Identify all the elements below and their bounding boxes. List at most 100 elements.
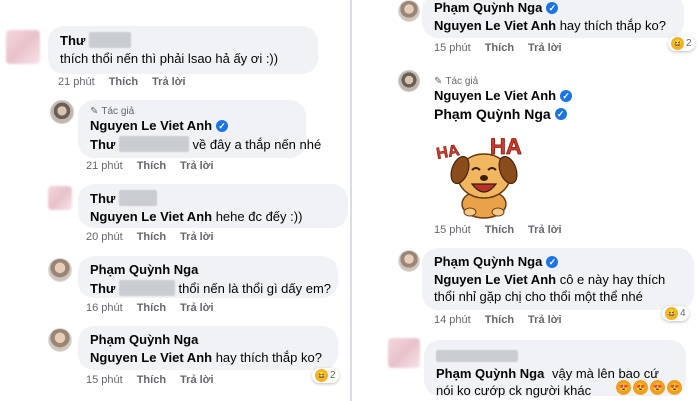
- commenter-name-text[interactable]: Phạm Quỳnh Nga: [90, 332, 198, 347]
- comment-meta: 14 phút Thích Trả lời: [434, 314, 562, 326]
- commenter-name[interactable]: Phạm Quỳnh Nga: [90, 332, 326, 347]
- comment-meta: 21 phút Thích Trả lời: [58, 76, 186, 88]
- verified-badge-icon: ✓: [546, 1, 559, 14]
- commenter-name[interactable]: Nguyen Le Viet Anh ✓: [90, 118, 294, 133]
- reply-button[interactable]: Trả lời: [180, 160, 214, 172]
- avatar-nga[interactable]: [398, 250, 420, 272]
- commenter-name-text[interactable]: Nguyen Le Viet Anh: [90, 118, 212, 133]
- reply-button[interactable]: Trả lời: [528, 314, 562, 326]
- comment-bubble: Thư Nguyen Le Viet Anh hehe đc đếy :)): [78, 184, 348, 228]
- mention-link[interactable]: Nguyen Le Viet Anh: [434, 18, 556, 33]
- comment-time[interactable]: 15 phút: [86, 374, 123, 386]
- commenter-name[interactable]: Phạm Quỳnh Nga: [90, 262, 326, 277]
- verified-badge-icon: ✓: [554, 108, 567, 120]
- dog-sticker-icon: HA HA: [435, 134, 522, 219]
- avatar-nga[interactable]: [48, 328, 72, 352]
- mention-link[interactable]: Phạm Quỳnh Nga ✓: [434, 106, 610, 122]
- commenter-name[interactable]: Nguyen Le Viet Anh ✓: [434, 88, 610, 103]
- reply-button[interactable]: Trả lời: [180, 374, 214, 386]
- avatar-nga[interactable]: [48, 258, 72, 282]
- commenter-name-text[interactable]: Nguyen Le Viet Anh: [434, 88, 556, 103]
- comment-time[interactable]: 16 phút: [86, 302, 123, 314]
- comment-time[interactable]: 15 phút: [434, 224, 471, 236]
- reaction-summary[interactable]: 😆 2: [312, 368, 339, 383]
- avatar-author[interactable]: [398, 70, 420, 92]
- comment-text-line-1: Nguyen Le Viet Anh cô e này hay thích: [434, 272, 682, 287]
- comment-bubble: ✎ Tác giả Nguyen Le Viet Anh ✓ Thư về đây…: [78, 100, 321, 158]
- comment-text-body: thổi nến là thổi gì dấy em?: [178, 281, 332, 296]
- author-tag: ✎ Tác giả: [434, 76, 610, 87]
- mention-thu[interactable]: Thư: [90, 281, 115, 296]
- comment-text-body-2: nói ko cướp ck người khác: [436, 383, 592, 398]
- mention-text[interactable]: Phạm Quỳnh Nga: [434, 106, 551, 122]
- commenter-name[interactable]: Thư: [90, 190, 336, 206]
- author-tag-label: Tác giả: [101, 106, 135, 117]
- reply-button[interactable]: Trả lời: [180, 302, 214, 314]
- comment-text: Thư về đây a thắp nến nhé: [90, 136, 321, 152]
- commenter-name-text[interactable]: Thư: [90, 191, 115, 206]
- name-mask: [436, 350, 518, 362]
- pencil-icon: ✎: [434, 76, 443, 87]
- commenter-name-text[interactable]: Thư: [60, 33, 85, 48]
- commenter-name-text[interactable]: Phạm Quỳnh Nga: [434, 0, 542, 15]
- mention-link[interactable]: Nguyen Le Viet Anh: [90, 209, 212, 224]
- reply-button[interactable]: Trả lời: [528, 42, 562, 54]
- verified-badge-icon: ✓: [560, 89, 573, 102]
- left-comment-panel: Thư thích thổi nến thì phải lsao hả ấy ơ…: [0, 0, 350, 401]
- like-button[interactable]: Thích: [137, 231, 166, 243]
- mention-link[interactable]: Phạm Quỳnh Nga: [436, 366, 544, 381]
- avatar-nga[interactable]: [398, 0, 420, 22]
- comment-text-body: vậy mà lên bao cứ: [551, 366, 659, 381]
- comment-text: Nguyen Le Viet Anh hehe đc đếy :)): [90, 209, 336, 224]
- comment-text-body: hay thích thắp ko?: [215, 350, 322, 365]
- comment-text-body: về đây a thắp nến nhé: [192, 137, 322, 152]
- comment-time[interactable]: 20 phút: [86, 231, 123, 243]
- reply-button[interactable]: Trả lời: [528, 224, 562, 236]
- avatar-author[interactable]: [50, 100, 74, 124]
- comment-text-line-1: Phạm Quỳnh Nga vậy mà lên bao cứ: [436, 366, 674, 381]
- comment-bubble: Phạm Quỳnh Nga ✓ Nguyen Le Viet Anh hay t…: [422, 0, 684, 38]
- mention-thu[interactable]: Thư: [90, 137, 115, 152]
- comment-meta: 20 phút Thích Trả lời: [86, 231, 214, 243]
- comment-bubble: Thư thích thổi nến thì phải lsao hả ấy ơ…: [48, 26, 318, 74]
- commenter-name[interactable]: Phạm Quỳnh Nga ✓: [434, 0, 672, 15]
- avatar-blurred[interactable]: [48, 186, 72, 210]
- commenter-name-text[interactable]: Phạm Quỳnh Nga: [90, 262, 198, 277]
- reaction-count: 2: [686, 38, 692, 49]
- name-mask: [118, 280, 175, 296]
- comment-text: Nguyen Le Viet Anh hay thích thắp ko?: [90, 350, 326, 365]
- like-button[interactable]: Thích: [137, 160, 166, 172]
- reply-button[interactable]: Trả lời: [180, 231, 214, 243]
- reaction-summary[interactable]: 😆 4: [662, 306, 689, 321]
- comment-text: Thư thổi nến là thổi gì dấy em?: [90, 280, 331, 296]
- comment-text: thích thổi nến thì phải lsao hả ấy ơi :)…: [60, 51, 279, 66]
- laughing-dog-sticker[interactable]: HA HA: [430, 130, 540, 222]
- avatar-blurred[interactable]: [6, 30, 40, 64]
- pencil-icon: ✎: [90, 106, 99, 117]
- comment-text-body: cô e này hay thích: [559, 272, 666, 287]
- reaction-summary[interactable]: 😆 2: [668, 36, 695, 51]
- comment-time[interactable]: 15 phút: [434, 42, 471, 54]
- mention-link[interactable]: Nguyen Le Viet Anh: [90, 350, 212, 365]
- mention-link[interactable]: Nguyen Le Viet Anh: [434, 272, 556, 287]
- comment-time[interactable]: 14 phút: [434, 314, 471, 326]
- verified-badge-icon: ✓: [546, 255, 559, 268]
- name-mask-row: [436, 346, 674, 364]
- like-button[interactable]: Thích: [109, 76, 138, 88]
- avatar-blurred[interactable]: [388, 338, 420, 368]
- comment-meta: 15 phút Thích Trả lời: [434, 224, 562, 236]
- comment-time[interactable]: 21 phút: [86, 160, 123, 172]
- like-button[interactable]: Thích: [485, 42, 514, 54]
- comment-time[interactable]: 21 phút: [58, 76, 95, 88]
- comment-meta: 21 phút Thích Trả lời: [86, 160, 214, 172]
- commenter-name[interactable]: Thư: [60, 32, 306, 48]
- commenter-name-text[interactable]: Phạm Quỳnh Nga: [434, 254, 542, 269]
- reply-button[interactable]: Trả lời: [152, 76, 186, 88]
- like-button[interactable]: Thích: [485, 224, 514, 236]
- like-button[interactable]: Thích: [137, 302, 166, 314]
- haha-reaction-icon: 😆: [315, 369, 328, 382]
- name-mask: [118, 136, 189, 152]
- commenter-name[interactable]: Phạm Quỳnh Nga ✓: [434, 254, 682, 269]
- like-button[interactable]: Thích: [485, 314, 514, 326]
- like-button[interactable]: Thích: [137, 374, 166, 386]
